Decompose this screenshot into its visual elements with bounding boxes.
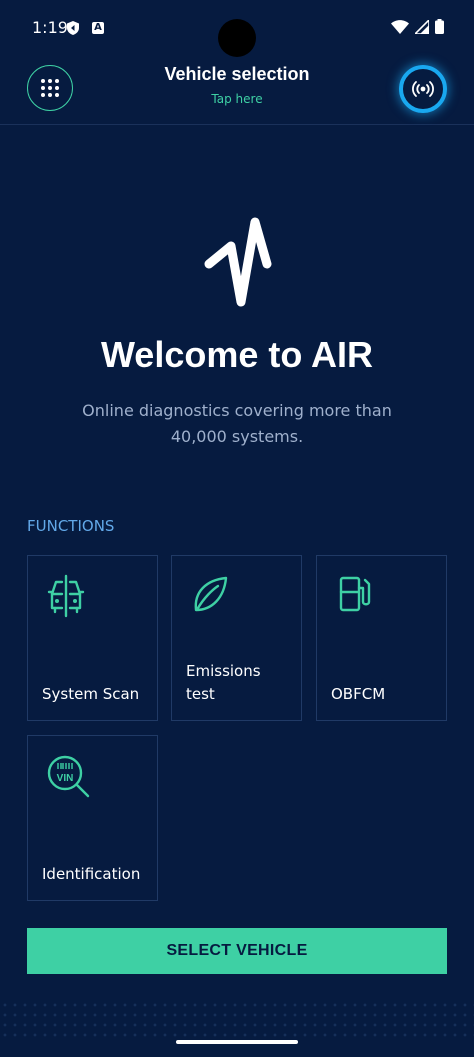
function-tile-emissions-test[interactable]: Emissions test [171, 555, 302, 721]
tile-label: OBFCM [331, 685, 386, 703]
car-scan-icon [47, 574, 85, 618]
function-tile-system-scan[interactable]: System Scan [27, 555, 158, 721]
air-pulse-logo [204, 217, 272, 307]
welcome-title: Welcome to AIR [100, 334, 374, 375]
broadcast-icon [412, 81, 434, 97]
battery-icon [435, 19, 444, 34]
tile-label: Identification [42, 865, 141, 883]
leaf-icon [194, 576, 228, 612]
tile-label: Emissions test [186, 662, 261, 703]
a-badge-icon: A [92, 22, 104, 34]
select-vehicle-button[interactable]: SELECT VEHICLE [27, 928, 447, 974]
status-icons [391, 19, 444, 34]
fuel-pump-icon [339, 576, 371, 612]
function-tile-identification[interactable]: VIN Identification [27, 735, 158, 901]
status-bar: 1:19 A [0, 0, 474, 58]
function-tile-obfcm[interactable]: OBFCM [316, 555, 447, 721]
camera-cutout [218, 19, 256, 57]
app-header: Vehicle selection Tap here [0, 58, 474, 125]
functions-section-label: FUNCTIONS [27, 517, 115, 535]
gesture-nav-handle[interactable] [176, 1040, 298, 1044]
connect-button[interactable] [399, 65, 447, 113]
decorative-dot-pattern [0, 1000, 474, 1038]
signal-icon [415, 19, 429, 34]
welcome-subtitle: Online diagnostics covering more than 40… [82, 401, 392, 446]
shield-icon [67, 21, 79, 35]
svg-text:VIN: VIN [57, 773, 74, 784]
wifi-icon [391, 19, 409, 34]
status-time: 1:19 [32, 18, 68, 37]
tile-label: System Scan [42, 685, 140, 703]
vin-search-icon: VIN [47, 755, 90, 798]
